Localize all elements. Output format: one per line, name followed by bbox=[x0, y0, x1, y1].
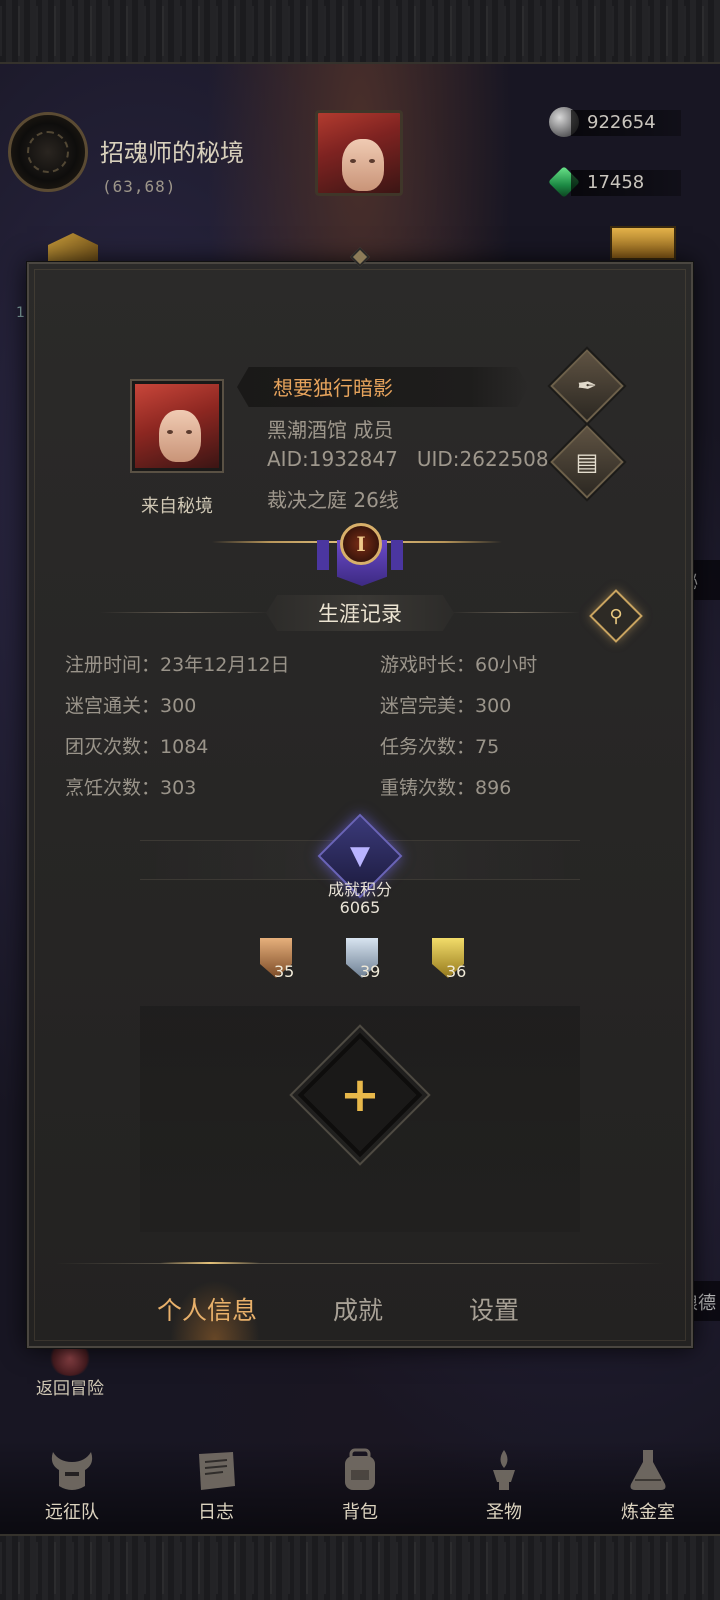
stat-quests: 任务次数：75 bbox=[380, 736, 500, 758]
rank-badge[interactable]: I bbox=[340, 523, 382, 565]
career-section-title: 生涯记录 bbox=[318, 602, 402, 626]
nav-item-log[interactable]: 日志 bbox=[144, 1440, 288, 1534]
plus-icon: + bbox=[339, 1067, 381, 1123]
stat-cooking: 烹饪次数：303 bbox=[65, 777, 197, 799]
stat-register-time: 注册时间：23年12月12日 bbox=[65, 654, 290, 676]
nav-label-log: 日志 bbox=[198, 1502, 234, 1523]
top-ornate-border bbox=[0, 0, 720, 64]
nav-item-backpack[interactable]: 背包 bbox=[288, 1440, 432, 1534]
currency-silver: 922654 bbox=[545, 107, 685, 137]
magnifier-icon: ⚲ bbox=[609, 605, 623, 627]
tab-divider bbox=[55, 1263, 665, 1264]
rank-ribbon-right bbox=[391, 540, 403, 570]
bottom-ornate-border bbox=[0, 1534, 720, 1600]
tab-active-marker bbox=[160, 1262, 260, 1264]
achievement-score-label: 成就积分 bbox=[327, 880, 392, 899]
nav-label-relic: 圣物 bbox=[486, 1502, 522, 1523]
location-emblem-icon[interactable] bbox=[8, 112, 88, 192]
triangle-star-icon: ▼ bbox=[350, 841, 370, 871]
section-line-right bbox=[450, 612, 580, 613]
achievement-score: 成就积分 6065 bbox=[300, 881, 420, 917]
nav-item-expedition[interactable]: 远征队 bbox=[0, 1440, 144, 1534]
player-ids: AID:1932847 UID:2622508 bbox=[267, 447, 549, 471]
nav-item-alchemy[interactable]: 炼金室 bbox=[576, 1440, 720, 1534]
guild-membership[interactable]: 黑潮酒馆 成员 bbox=[267, 414, 393, 443]
nav-label-expedition: 远征队 bbox=[45, 1502, 99, 1523]
quill-icon: ✒ bbox=[576, 372, 598, 400]
tab-personal-info[interactable]: 个人信息 bbox=[157, 1291, 257, 1327]
nav-item-relic[interactable]: 圣物 bbox=[432, 1440, 576, 1534]
return-adventure-button[interactable]: 返回冒险 bbox=[36, 1374, 104, 1399]
currency-gems-value: 17458 bbox=[571, 170, 681, 196]
relic-icon bbox=[493, 1450, 515, 1490]
section-line-left bbox=[100, 612, 270, 613]
server-line: 裁决之庭 26线 bbox=[267, 488, 399, 512]
achievement-score-value: 6065 bbox=[339, 898, 381, 917]
document-icon: ▤ bbox=[575, 448, 599, 476]
bottom-navigation: 远征队 日志 背包 圣物 炼金室 bbox=[0, 1440, 720, 1534]
gift-box-icon[interactable] bbox=[610, 226, 676, 260]
profile-avatar[interactable] bbox=[130, 379, 224, 473]
tab-achievements[interactable]: 成就 bbox=[333, 1291, 383, 1327]
top-avatar[interactable] bbox=[315, 110, 403, 196]
location-title: 招魂师的秘境 bbox=[100, 139, 244, 167]
medal-gold-count: 36 bbox=[446, 962, 467, 981]
tab-settings[interactable]: 设置 bbox=[469, 1291, 519, 1327]
nav-label-alchemy: 炼金室 bbox=[621, 1502, 675, 1523]
stat-maze-clear: 迷宫通关：300 bbox=[65, 695, 197, 717]
medal-gold[interactable]: 36 bbox=[428, 938, 468, 982]
player-name: 想要独行暗影 bbox=[273, 376, 393, 400]
stat-play-time: 游戏时长：60小时 bbox=[380, 654, 538, 676]
avatar-origin-caption: 来自秘境 bbox=[141, 496, 213, 517]
medal-bronze[interactable]: 35 bbox=[256, 938, 296, 982]
currency-gems: 17458 bbox=[545, 166, 685, 198]
medal-silver[interactable]: 39 bbox=[342, 938, 382, 982]
medal-silver-count: 39 bbox=[360, 962, 381, 981]
rank-ribbon-left bbox=[317, 540, 329, 570]
backpack-icon bbox=[345, 1448, 375, 1490]
helmet-icon bbox=[51, 1452, 93, 1490]
alchemy-icon bbox=[630, 1450, 666, 1490]
stat-maze-perfect: 迷宫完美：300 bbox=[380, 695, 512, 717]
stat-reforge: 重铸次数：896 bbox=[380, 777, 512, 799]
stat-team-wipes: 团灭次数：1084 bbox=[65, 736, 209, 758]
avatar-face-icon bbox=[342, 139, 384, 191]
location-coords: (63,68) bbox=[102, 177, 177, 196]
scroll-icon bbox=[199, 1452, 235, 1490]
currency-silver-value: 922654 bbox=[571, 110, 681, 136]
medal-bronze-count: 35 bbox=[274, 962, 295, 981]
nav-label-backpack: 背包 bbox=[342, 1502, 378, 1523]
side-number: 1 bbox=[16, 305, 25, 321]
avatar-face-icon bbox=[159, 410, 201, 462]
